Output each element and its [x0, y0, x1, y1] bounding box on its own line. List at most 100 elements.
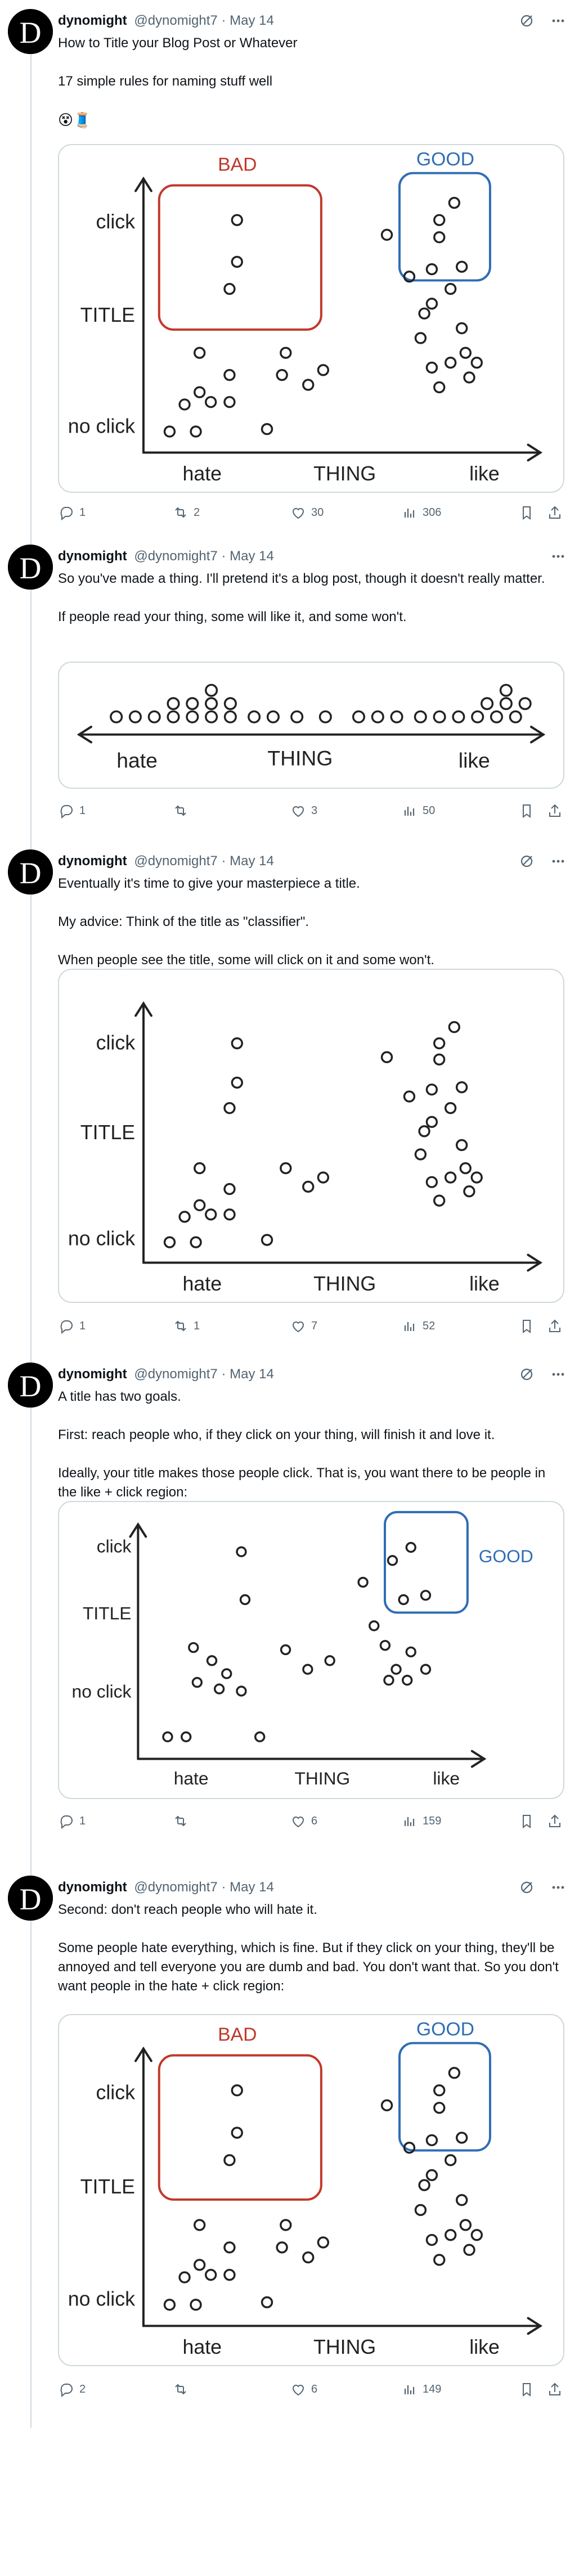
tweet[interactable]: D dynomight @dynomight7 · May 14 Eventua… — [0, 849, 579, 1350]
avatar[interactable]: D — [8, 1876, 53, 1921]
retweet-button[interactable]: 2 — [172, 504, 200, 521]
grok-icon[interactable] — [518, 1366, 535, 1383]
x-label-thing: THING — [313, 1273, 376, 1295]
data-point — [499, 697, 513, 711]
grok-icon[interactable] — [518, 1879, 535, 1896]
author-handle[interactable]: @dynomight7 — [134, 1880, 217, 1895]
author-handle[interactable]: @dynomight7 — [134, 549, 217, 564]
bookmark-button[interactable] — [518, 802, 535, 819]
more-icon[interactable] — [550, 1879, 567, 1896]
tweet-image[interactable]: click TITLE no click hate THING like GOOD — [58, 1501, 564, 1799]
views-button[interactable]: 149 — [401, 2381, 441, 2398]
author-handle[interactable]: @dynomight7 — [134, 1366, 217, 1382]
data-point — [433, 2254, 446, 2266]
more-icon[interactable] — [550, 548, 567, 565]
avatar[interactable]: D — [8, 9, 53, 54]
more-icon[interactable] — [550, 853, 567, 870]
retweet-button[interactable] — [172, 1813, 194, 1829]
author-name[interactable]: dynomight — [58, 853, 127, 869]
reply-button[interactable]: 1 — [58, 802, 86, 819]
views-button[interactable]: 159 — [401, 1813, 441, 1829]
tweet[interactable]: D dynomight @dynomight7 · May 14 Second:… — [0, 1876, 579, 2416]
tweet-image[interactable]: click TITLE no click hate THING like BAD GOOD — [58, 2014, 564, 2366]
data-point — [425, 361, 438, 374]
grok-icon[interactable] — [518, 853, 535, 870]
tweet-date[interactable]: May 14 — [230, 549, 274, 564]
tweet-date[interactable]: May 14 — [230, 1880, 274, 1895]
grok-icon[interactable] — [518, 12, 535, 29]
share-button[interactable] — [546, 802, 563, 819]
bookmark-button[interactable] — [518, 504, 535, 521]
tweet-text: A title has two goals. First: reach peop… — [58, 1387, 564, 1502]
x-label-like: like — [469, 1273, 500, 1295]
like-button[interactable]: 30 — [290, 504, 324, 521]
avatar[interactable]: D — [8, 1363, 53, 1408]
views-button[interactable]: 306 — [401, 504, 441, 521]
data-point — [186, 697, 199, 711]
like-button[interactable]: 7 — [290, 1318, 317, 1334]
views-button[interactable]: 52 — [401, 1318, 435, 1334]
svg-text:D: D — [20, 551, 42, 585]
tweet-image[interactable]: click TITLE no click hate THING like BAD GOOD — [58, 144, 564, 493]
data-point — [470, 357, 483, 369]
tweet[interactable]: D dynomight @dynomight7 · May 14 So you'… — [0, 545, 579, 837]
tweet[interactable]: D dynomight @dynomight7 · May 14 How to … — [0, 9, 579, 532]
retweet-icon — [175, 507, 186, 518]
bookmark-button[interactable] — [518, 2381, 535, 2398]
bookmark-button[interactable] — [518, 1813, 535, 1829]
data-point — [276, 2241, 288, 2254]
data-point — [402, 1675, 413, 1686]
share-button[interactable] — [546, 504, 563, 521]
reply-button[interactable]: 1 — [58, 504, 86, 521]
data-point — [463, 371, 475, 384]
more-icon[interactable] — [550, 1366, 567, 1383]
more-icon[interactable] — [550, 12, 567, 29]
tweet-paragraph: Some people hate everything, which is fi… — [58, 1940, 559, 1994]
views-button[interactable]: 50 — [401, 802, 435, 819]
data-point — [425, 298, 438, 310]
x-label-like: like — [469, 2336, 500, 2358]
tweet-date[interactable]: May 14 — [230, 13, 274, 28]
bad-good-chart: click TITLE no click hate THING like BAD GOOD — [68, 2018, 543, 2358]
bookmark-icon — [523, 2383, 531, 2397]
share-button[interactable] — [546, 1318, 563, 1334]
avatar[interactable]: D — [8, 849, 53, 894]
author-name[interactable]: dynomight — [58, 13, 127, 28]
like-button[interactable]: 6 — [290, 2381, 317, 2398]
share-button[interactable] — [546, 1813, 563, 1829]
data-point — [290, 710, 304, 723]
data-point — [425, 2134, 438, 2147]
tweet[interactable]: D dynomight @dynomight7 · May 14 A title… — [0, 1363, 579, 1863]
share-button[interactable] — [546, 2381, 563, 2398]
y-label-title: TITLE — [83, 1603, 131, 1623]
y-label-title: TITLE — [80, 304, 135, 326]
tweet-date[interactable]: May 14 — [230, 853, 274, 869]
data-point — [459, 347, 472, 359]
like-button[interactable]: 3 — [290, 802, 317, 819]
author-name[interactable]: dynomight — [58, 549, 127, 564]
bookmark-button[interactable] — [518, 1318, 535, 1334]
heart-icon — [292, 1817, 304, 1828]
author-name[interactable]: dynomight — [58, 1880, 127, 1895]
author-name[interactable]: dynomight — [58, 1366, 127, 1382]
data-point — [452, 710, 465, 723]
reply-button[interactable]: 1 — [58, 1813, 86, 1829]
reply-button[interactable]: 2 — [58, 2381, 86, 2398]
tweet-date[interactable]: May 14 — [230, 1366, 274, 1382]
data-point — [369, 1620, 380, 1631]
separator-dot: · — [221, 1880, 226, 1895]
retweet-button[interactable] — [172, 802, 194, 819]
like-button[interactable]: 6 — [290, 1813, 317, 1829]
data-point — [391, 1664, 402, 1675]
tweet-image[interactable]: click TITLE no click hate THING like — [58, 969, 564, 1303]
author-handle[interactable]: @dynomight7 — [134, 853, 217, 869]
count-retweets: 2 — [194, 506, 200, 519]
count-views: 52 — [423, 1319, 436, 1332]
y-label-no-click: no click — [68, 1228, 135, 1250]
retweet-button[interactable] — [172, 2381, 194, 2398]
tweet-image[interactable]: hate THING like — [58, 662, 564, 789]
author-handle[interactable]: @dynomight7 — [134, 13, 217, 28]
avatar[interactable]: D — [8, 545, 53, 590]
retweet-button[interactable]: 1 — [172, 1318, 200, 1334]
reply-button[interactable]: 1 — [58, 1318, 86, 1334]
